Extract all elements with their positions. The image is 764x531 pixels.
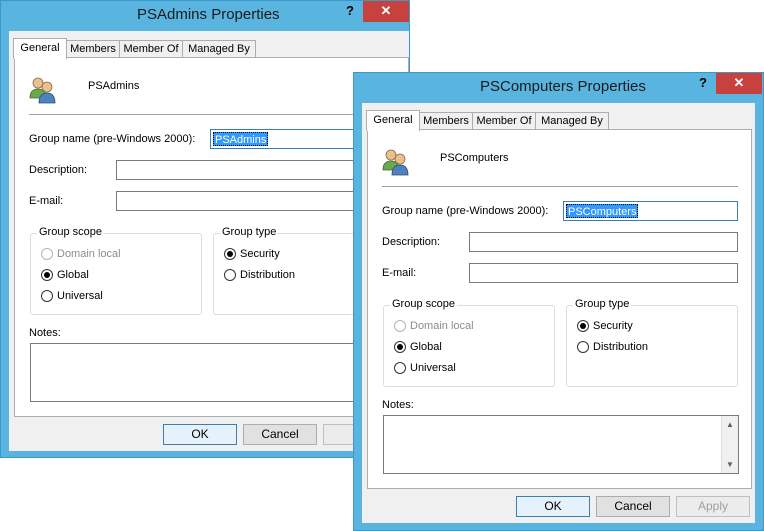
tab-managed-by[interactable]: Managed By xyxy=(535,112,609,130)
close-button[interactable]: ✕ xyxy=(716,73,762,94)
group-type-title: Group type xyxy=(220,226,279,238)
ok-button[interactable]: OK xyxy=(163,424,237,445)
window-title: PSAdmins Properties xyxy=(137,6,280,23)
group-name-display: PSComputers xyxy=(440,152,509,164)
scroll-down-icon[interactable]: ▼ xyxy=(722,456,738,473)
email-label: E-mail: xyxy=(382,267,417,279)
ok-button[interactable]: OK xyxy=(516,496,590,517)
radio-indicator xyxy=(224,248,236,260)
tab-general[interactable]: General xyxy=(366,110,420,131)
notes-scrollbar[interactable]: ▲ ▼ xyxy=(721,416,738,473)
notes-field[interactable]: ▲ ▼ xyxy=(383,415,739,474)
title-bar[interactable]: PSComputers Properties ? ✕ xyxy=(354,73,763,103)
description-field[interactable] xyxy=(469,232,738,252)
cancel-button[interactable]: Cancel xyxy=(243,424,317,445)
radio-indicator xyxy=(394,320,406,332)
window-title: PSComputers Properties xyxy=(480,78,646,95)
radio-label: Domain local xyxy=(410,320,474,332)
radio-label: Security xyxy=(240,248,280,260)
radio-indicator xyxy=(394,362,406,374)
radio-label: Distribution xyxy=(240,269,296,281)
dialog-body: General Members Member Of Managed By PSA… xyxy=(9,31,410,451)
email-label: E-mail: xyxy=(29,195,64,207)
group-scope-title: Group scope xyxy=(37,226,104,238)
description-label: Description: xyxy=(382,236,441,248)
group-name-display: PSAdmins xyxy=(88,80,140,92)
radio-indicator xyxy=(41,248,53,260)
tab-managed-by[interactable]: Managed By xyxy=(182,40,256,58)
dialog-body: General Members Member Of Managed By PSC… xyxy=(362,103,755,523)
close-button[interactable]: ✕ xyxy=(363,1,409,22)
pscomputers-properties-dialog: PSComputers Properties ? ✕ General Membe… xyxy=(353,72,764,531)
tab-members[interactable]: Members xyxy=(419,112,473,130)
group-scope-box: Group scope Domain local Global Universa… xyxy=(383,298,555,387)
description-label: Description: xyxy=(29,164,88,176)
prewin-name-value: PSAdmins xyxy=(213,132,269,146)
tab-members[interactable]: Members xyxy=(66,40,120,58)
group-type-title: Group type xyxy=(573,298,632,310)
apply-button[interactable]: Apply xyxy=(676,496,750,517)
tab-member-of[interactable]: Member Of xyxy=(472,112,536,130)
group-users-icon xyxy=(382,149,409,176)
radio-label: Distribution xyxy=(593,341,649,353)
divider xyxy=(382,186,738,187)
radio-indicator xyxy=(224,269,236,281)
notes-label: Notes: xyxy=(29,327,61,339)
general-panel: PSAdmins Group name (pre-Windows 2000): … xyxy=(14,57,410,417)
email-field[interactable] xyxy=(469,263,738,283)
prewin-name-field[interactable]: PSComputers xyxy=(563,201,738,221)
help-button[interactable]: ? xyxy=(690,73,716,94)
group-scope-box: Group scope Domain local Global Universa… xyxy=(30,226,202,315)
radio-label: Security xyxy=(593,320,633,332)
prewin-label: Group name (pre-Windows 2000): xyxy=(382,205,549,217)
radio-indicator xyxy=(41,269,53,281)
notes-label: Notes: xyxy=(382,399,414,411)
radio-label: Global xyxy=(57,269,89,281)
tab-member-of[interactable]: Member Of xyxy=(119,40,183,58)
title-bar[interactable]: PSAdmins Properties ? ✕ xyxy=(1,1,409,31)
help-button[interactable]: ? xyxy=(337,1,363,22)
cancel-button[interactable]: Cancel xyxy=(596,496,670,517)
prewin-name-value: PSComputers xyxy=(566,204,639,218)
group-scope-title: Group scope xyxy=(390,298,457,310)
radio-indicator xyxy=(41,290,53,302)
scroll-up-icon[interactable]: ▲ xyxy=(722,416,738,433)
radio-indicator xyxy=(394,341,406,353)
radio-indicator xyxy=(577,341,589,353)
radio-indicator xyxy=(577,320,589,332)
radio-label: Global xyxy=(410,341,442,353)
radio-label: Universal xyxy=(410,362,456,374)
group-users-icon xyxy=(29,77,56,104)
radio-label: Domain local xyxy=(57,248,121,260)
tab-general[interactable]: General xyxy=(13,38,67,59)
radio-label: Universal xyxy=(57,290,103,302)
prewin-label: Group name (pre-Windows 2000): xyxy=(29,133,196,145)
general-panel: PSComputers Group name (pre-Windows 2000… xyxy=(367,129,752,489)
group-type-box: Group type Security Distribution xyxy=(566,298,738,387)
psadmins-properties-dialog: PSAdmins Properties ? ✕ General Members … xyxy=(0,0,410,458)
